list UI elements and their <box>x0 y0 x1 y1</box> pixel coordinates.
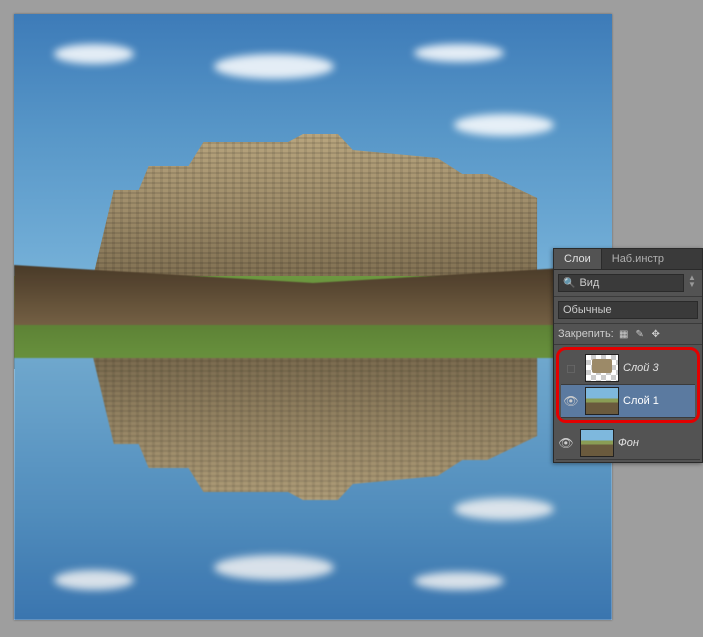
layers-panel: Слои Наб.инстр 🔍 Вид ▲▼ Обычные Закрепит… <box>553 248 703 463</box>
layer-name[interactable]: Слой 3 <box>623 362 695 374</box>
castle-region <box>14 64 612 294</box>
lock-brush-icon[interactable]: ✎ <box>634 328 646 340</box>
layer-row[interactable]: ◻ Слой 3 <box>561 352 695 385</box>
lock-label: Закрепить: <box>558 328 614 340</box>
reflection-region <box>14 317 612 620</box>
blend-mode-row: Обычные <box>554 297 702 324</box>
layer-filter-select[interactable]: 🔍 Вид <box>558 274 684 292</box>
filter-stepper[interactable]: ▲▼ <box>686 274 698 292</box>
layer-row[interactable]: 👁 Фон <box>556 427 700 460</box>
cloud <box>414 44 504 62</box>
canvas[interactable] <box>14 14 612 620</box>
tab-presets[interactable]: Наб.инстр <box>602 249 674 269</box>
layer-row[interactable]: 👁 Слой 1 <box>561 385 695 418</box>
layer-thumbnail[interactable] <box>580 429 614 457</box>
visibility-toggle[interactable]: ◻ <box>561 361 581 375</box>
blend-mode-select[interactable]: Обычные <box>558 301 698 319</box>
layer-thumbnail[interactable] <box>585 387 619 415</box>
visibility-toggle[interactable]: 👁 <box>561 394 581 408</box>
layers-list: 👁 Фон <box>554 425 702 462</box>
visibility-toggle[interactable]: 👁 <box>556 436 576 450</box>
lock-move-icon[interactable]: ✥ <box>650 328 662 340</box>
tab-layers[interactable]: Слои <box>554 249 602 269</box>
lock-transparency-icon[interactable]: ▦ <box>618 328 630 340</box>
layer-name[interactable]: Фон <box>618 437 700 449</box>
layer-filter-row: 🔍 Вид ▲▼ <box>554 270 702 297</box>
layer-name[interactable]: Слой 1 <box>623 395 695 407</box>
cloud <box>54 44 134 64</box>
search-icon: 🔍 <box>563 278 575 289</box>
castle-shape <box>64 134 562 294</box>
filter-label: Вид <box>579 277 599 289</box>
panel-tabs: Слои Наб.инстр <box>554 249 702 270</box>
layer-thumbnail[interactable] <box>585 354 619 382</box>
lock-row: Закрепить: ▦ ✎ ✥ <box>554 324 702 345</box>
highlight-annotation: ◻ Слой 3 👁 Слой 1 <box>556 347 700 423</box>
